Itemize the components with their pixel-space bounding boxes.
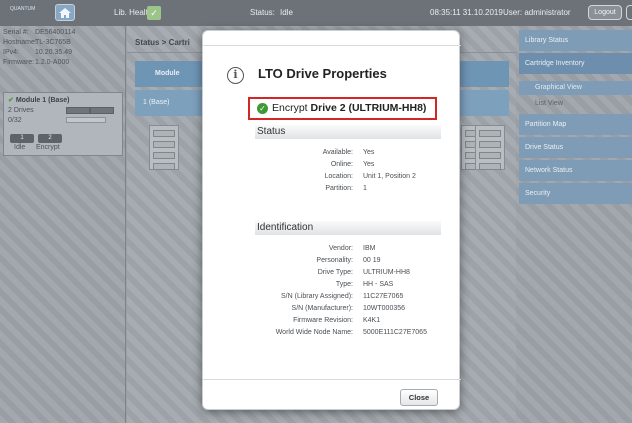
check-circle-icon: ✓	[257, 103, 268, 114]
module-column-header: Module	[155, 70, 180, 77]
home-icon	[59, 8, 71, 18]
kv-value: 1	[363, 185, 367, 192]
kv-value: K4K1	[363, 317, 381, 324]
drive-chip-2[interactable]: 2	[38, 134, 62, 143]
logo: QUANTUM	[10, 6, 36, 12]
drive-bar	[66, 107, 90, 114]
kv-key: S/N (Library Assigned):	[281, 293, 353, 300]
kv-key: World Wide Node Name:	[275, 329, 353, 336]
hostname-label: Hostname:	[3, 39, 37, 46]
info-icon: i	[227, 67, 244, 84]
nav-library-status[interactable]: Library Status	[519, 30, 632, 51]
module-summary[interactable]: ✔ Module 1 (Base) 2 Drives 0/32 1 2 Idle…	[3, 92, 123, 156]
help-button[interactable]	[626, 5, 632, 20]
nav-graphical-view[interactable]: Graphical View	[519, 81, 632, 95]
nav-drive-status[interactable]: Drive Status	[519, 137, 632, 158]
kv-key: Online:	[330, 161, 353, 168]
drive-chip-1[interactable]: 1	[10, 134, 34, 143]
check-icon: ✔	[8, 97, 14, 104]
left-panel: Serial #: DE56400114 Hostname: TL-3C765B I…	[0, 26, 126, 423]
kv-value: Yes	[363, 149, 375, 156]
drive-slot-graphic[interactable]	[149, 125, 179, 170]
status-section-header: Status	[255, 125, 441, 139]
status-label: Status:	[250, 8, 275, 17]
kv-value: HH - SAS	[363, 281, 394, 288]
library-info: Serial #: DE56400114 Hostname: TL-3C765B I…	[3, 28, 121, 68]
encrypt-drive-label: Encrypt Drive 2 (ULTRIUM-HH8)	[272, 102, 426, 114]
breadcrumb: Status > Cartri	[135, 38, 190, 47]
kv-value: 10WT000356	[363, 305, 406, 312]
top-bar: QUANTUM Lib. Health: ✓ Status: Idle 08:3…	[0, 0, 632, 26]
serial-label: Serial #:	[3, 29, 29, 36]
ipv4-label: IPv4:	[3, 49, 19, 56]
home-button[interactable]	[55, 4, 75, 21]
user-label: User: administrator	[503, 8, 571, 17]
nav-partition-map[interactable]: Partition Map	[519, 114, 632, 135]
kv-value: IBM	[363, 245, 376, 252]
serial-value: DE56400114	[35, 29, 76, 36]
slot-bar	[66, 117, 106, 123]
kv-key: Firmware Revision:	[293, 317, 353, 324]
close-button[interactable]: Close	[400, 389, 438, 406]
datetime: 08:35:11 31.10.2019	[430, 8, 503, 17]
drive-slot-graphic[interactable]	[475, 125, 505, 170]
drive-name: Drive 2 (ULTRIUM-HH8)	[310, 102, 427, 114]
encrypt-drive-highlight: ✓ Encrypt Drive 2 (ULTRIUM-HH8)	[248, 97, 437, 120]
drives-label: 2 Drives	[8, 107, 34, 114]
kv-key: Partition:	[325, 185, 353, 192]
status-value: Idle	[280, 8, 293, 17]
nav-security[interactable]: Security	[519, 183, 632, 204]
kv-key: Available:	[322, 149, 353, 156]
kv-key: S/N (Manufacturer):	[291, 305, 353, 312]
drive-properties-dialog: i LTO Drive Properties ✓ Encrypt Drive 2…	[202, 30, 461, 410]
nav-network-status[interactable]: Network Status	[519, 160, 632, 181]
firmware-label: Firmware:	[3, 59, 35, 66]
kv-key: Drive Type:	[317, 269, 353, 276]
nav-list-view[interactable]: List View	[519, 97, 632, 111]
module-row-label: 1 (Base)	[143, 99, 170, 106]
kv-value: 00 19	[363, 257, 381, 264]
health-ok-icon[interactable]: ✓	[147, 6, 161, 20]
drive-2-state: Encrypt	[36, 144, 60, 151]
kv-value: Unit 1, Position 2	[363, 173, 416, 180]
dialog-title: LTO Drive Properties	[258, 66, 387, 81]
encrypt-prefix: Encrypt	[272, 102, 308, 114]
kv-value: Yes	[363, 161, 375, 168]
kv-key: Vendor:	[328, 245, 353, 252]
module-title-text: Module 1 (Base)	[15, 97, 70, 104]
divider	[203, 379, 461, 380]
right-nav: Library Status Cartridge Inventory Graph…	[516, 26, 632, 423]
identification-section-header: Identification	[255, 221, 441, 235]
slots-label: 0/32	[8, 117, 22, 124]
kv-value: ULTRIUM-HH8	[363, 269, 410, 276]
divider	[203, 45, 461, 46]
kv-key: Personality:	[316, 257, 353, 264]
firmware-value: 1.2.0-A000	[35, 59, 70, 66]
module-title: ✔ Module 1 (Base)	[8, 96, 70, 104]
kv-value: 5000E111C27E7065	[363, 329, 427, 336]
kv-value: 11C27E7065	[363, 293, 404, 300]
kv-key: Location:	[324, 173, 353, 180]
drive-1-state: Idle	[14, 144, 26, 151]
nav-cartridge-inventory[interactable]: Cartridge Inventory	[519, 53, 632, 74]
kv-key: Type:	[335, 281, 353, 288]
hostname-value: TL-3C765B	[35, 39, 71, 46]
logout-button[interactable]: Logout	[588, 5, 622, 20]
drive-bar	[90, 107, 114, 114]
ipv4-value: 10.20.35.49	[35, 49, 72, 56]
